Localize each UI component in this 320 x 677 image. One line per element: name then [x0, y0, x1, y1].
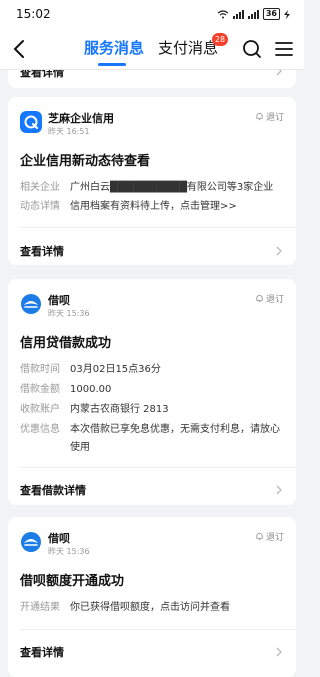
chevron-right-icon [276, 246, 282, 256]
header: 服务消息 支付消息 28 [0, 28, 304, 70]
message-time: 昨天 15:36 [48, 309, 90, 318]
message-card: 借呗 昨天 15:36 退订 信用贷借款成功 借款时间 03月02日15点36分… [8, 279, 296, 505]
battery-indicator: 36 [262, 8, 280, 20]
chevron-right-icon [276, 647, 282, 657]
view-loan-details-link[interactable]: 查看借款详情 [20, 482, 86, 498]
card-title: 企业信用新动态待查看 [20, 154, 151, 169]
back-icon[interactable] [10, 38, 30, 60]
chevron-right-icon [276, 70, 282, 76]
detail-row: 开通结果 你已获得借呗额度，点击访问并查看 [20, 599, 284, 617]
detail-value: 广州白云██████████有限公司等3家企业 [70, 182, 274, 193]
charging-icon [284, 9, 290, 19]
sender-name: 芝麻企业信用 [48, 112, 114, 125]
status-icons: 36 [217, 8, 290, 20]
detail-row: 优惠信息 本次借款已享免息优惠，无需支付利息，请放心使用 [20, 421, 284, 457]
detail-value: 1000.00 [70, 384, 112, 395]
signal-icon [232, 9, 244, 19]
detail-key: 收款账户 [20, 404, 60, 415]
message-time: 昨天 15:36 [48, 547, 90, 556]
divider [20, 227, 296, 228]
message-card: 借呗 昨天 15:36 退订 借呗额度开通成功 开通结果 你已获得借呗额度，点击… [8, 517, 296, 677]
unread-badge: 28 [212, 33, 228, 46]
detail-row: 收款账户 内蒙古农商银行 2813 [20, 401, 284, 419]
search-icon[interactable] [242, 38, 262, 60]
detail-row: 相关企业 广州白云██████████有限公司等3家企业 [20, 179, 284, 197]
active-tab-indicator [98, 63, 126, 66]
detail-value: 03月02日15点36分 [70, 364, 161, 375]
status-bar: 15:02 36 [0, 0, 304, 28]
zhima-logo-icon [20, 111, 42, 133]
signal-icon-2 [247, 9, 259, 19]
message-card: 芝麻企业信用 昨天 16:51 退订 企业信用新动态待查看 相关企业 广州白云█… [8, 97, 296, 265]
card-title: 借呗额度开通成功 [20, 574, 125, 589]
detail-key: 借款金额 [20, 384, 60, 395]
status-time: 15:02 [16, 7, 51, 21]
menu-icon[interactable] [274, 38, 294, 60]
unsubscribe-button[interactable]: 退订 [255, 530, 284, 543]
unsubscribe-label: 退订 [265, 295, 284, 305]
message-time: 昨天 16:51 [48, 127, 90, 136]
unsubscribe-button[interactable]: 退订 [255, 292, 284, 305]
unsubscribe-label: 退订 [265, 113, 284, 123]
bell-icon [256, 294, 263, 303]
detail-key: 借款时间 [20, 364, 60, 375]
sender-name: 借呗 [48, 532, 70, 545]
detail-key: 动态详情 [20, 201, 60, 212]
bell-icon [256, 532, 263, 541]
detail-key: 相关企业 [20, 182, 60, 193]
detail-row: 借款金额 1000.00 [20, 381, 284, 399]
view-details-link[interactable]: 查看详情 [20, 243, 64, 259]
divider [20, 467, 296, 468]
bell-icon [256, 112, 263, 121]
previous-card[interactable]: 查看详情 [8, 70, 296, 88]
unsubscribe-label: 退订 [265, 533, 284, 543]
detail-value: 你已获得借呗额度，点击访问并查看 [70, 602, 230, 613]
jiebei-logo-icon [21, 532, 41, 552]
detail-row: 借款时间 03月02日15点36分 [20, 361, 284, 379]
chevron-right-icon [276, 485, 282, 495]
view-details-link[interactable]: 查看详情 [20, 644, 64, 660]
detail-key: 开通结果 [20, 602, 60, 613]
divider [20, 629, 296, 630]
card-title: 信用贷借款成功 [20, 336, 112, 351]
detail-value: 信用档案有资料待上传，点击管理>> [70, 201, 237, 212]
wifi-icon [217, 9, 229, 18]
detail-key: 优惠信息 [20, 424, 60, 435]
detail-value: 内蒙古农商银行 2813 [70, 404, 169, 415]
sender-name: 借呗 [48, 294, 70, 307]
unsubscribe-button[interactable]: 退订 [255, 110, 284, 123]
jiebei-logo-icon [21, 294, 41, 314]
tab-payment-messages[interactable]: 支付消息 [158, 37, 218, 58]
view-details-link[interactable]: 查看详情 [20, 70, 64, 80]
detail-row: 动态详情 信用档案有资料待上传，点击管理>> [20, 198, 284, 216]
detail-value: 本次借款已享免息优惠，无需支付利息，请放心使用 [70, 424, 280, 453]
tab-service-messages[interactable]: 服务消息 [84, 37, 144, 58]
